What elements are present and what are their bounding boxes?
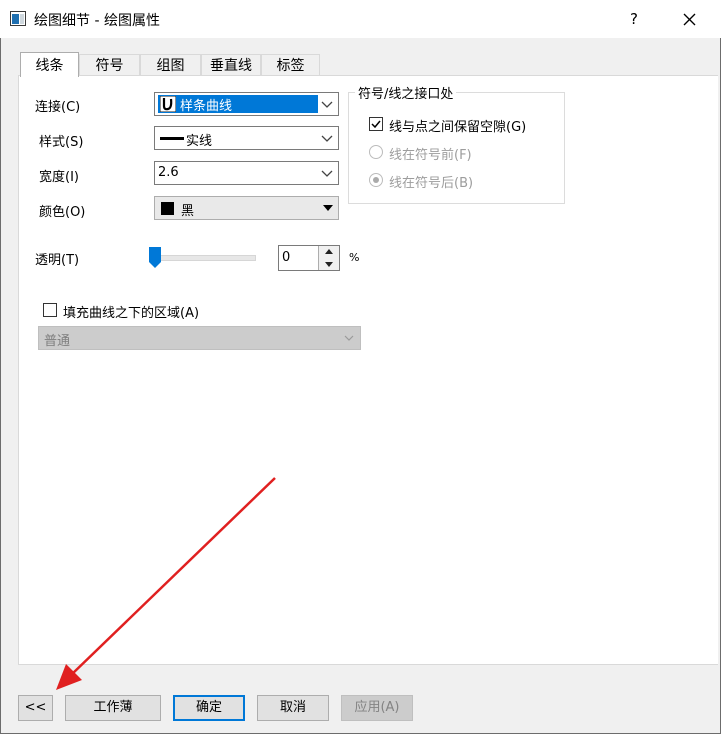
annotation-arrow bbox=[56, 477, 276, 690]
tab-line[interactable]: 线条 bbox=[20, 52, 79, 77]
